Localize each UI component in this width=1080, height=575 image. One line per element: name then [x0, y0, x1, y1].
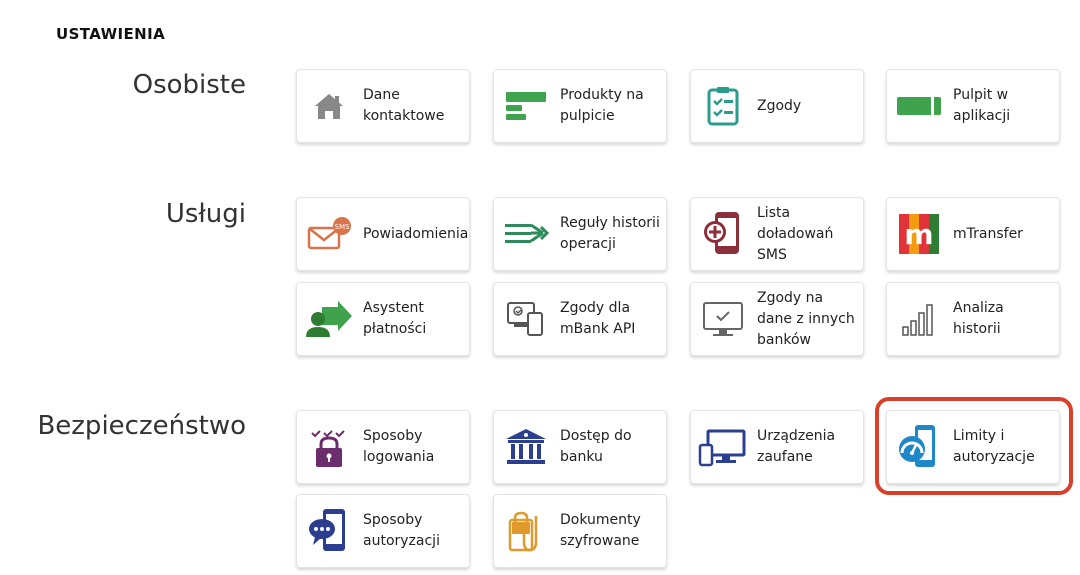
- tile-payment-assistant[interactable]: Asystent płatności: [296, 282, 470, 356]
- tile-label: Dostęp do banku: [560, 428, 632, 465]
- section-label-security: Bezpieczeństwo: [37, 411, 246, 441]
- tile-encrypted-documents[interactable]: Dokumenty szyfrowane: [493, 494, 667, 568]
- svg-text:m: m: [904, 218, 933, 251]
- tile-label: Zgody dla mBank API: [560, 300, 636, 337]
- rules-arrows-icon: [500, 197, 552, 271]
- trusted-devices-icon: [697, 410, 749, 484]
- section-label-personal: Osobiste: [132, 70, 246, 100]
- mtransfer-logo-icon: m: [893, 197, 945, 271]
- tile-label: Dane kontaktowe: [363, 87, 445, 124]
- tile-label: Sposoby autoryzacji: [363, 512, 440, 549]
- page-title: USTAWIENIA: [56, 25, 166, 43]
- tile-label: Zgody na dane z innych banków: [757, 289, 855, 348]
- tile-mbank-api-consents[interactable]: Zgody dla mBank API: [493, 282, 667, 356]
- api-devices-icon: [500, 282, 552, 356]
- tile-label: mTransfer: [953, 225, 1023, 242]
- tile-history-rules[interactable]: Reguły historii operacji: [493, 197, 667, 271]
- tile-bank-access[interactable]: Dostęp do banku: [493, 410, 667, 484]
- tile-desktop-products[interactable]: Produkty na pulpicie: [493, 69, 667, 143]
- bar-chart-icon: [893, 282, 945, 356]
- tile-sms-topups[interactable]: Lista doładowań SMS: [690, 197, 864, 271]
- tile-app-dashboard[interactable]: Pulpit w aplikacji: [886, 69, 1060, 143]
- section-label-services: Usługi: [165, 199, 246, 229]
- clipboard-checklist-icon: [697, 69, 749, 143]
- sms-envelope-icon: SMS: [303, 197, 355, 271]
- tile-history-analysis[interactable]: Analiza historii: [886, 282, 1060, 356]
- padlock-icon: [303, 410, 355, 484]
- tile-notifications[interactable]: SMS Powiadomienia: [296, 197, 470, 271]
- tile-label: Pulpit w aplikacji: [953, 87, 1011, 124]
- tile-label: Lista doładowań SMS: [757, 204, 834, 263]
- encrypted-documents-icon: [500, 494, 552, 568]
- products-icon: [500, 69, 552, 143]
- tile-label: Powiadomienia: [363, 225, 469, 242]
- tile-consents[interactable]: Zgody: [690, 69, 864, 143]
- tile-mtransfer[interactable]: m mTransfer: [886, 197, 1060, 271]
- tile-label: Reguły historii operacji: [560, 215, 660, 252]
- tile-authorization-methods[interactable]: Sposoby autoryzacji: [296, 494, 470, 568]
- tile-contact-data[interactable]: Dane kontaktowe: [296, 69, 470, 143]
- tile-label: Produkty na pulpicie: [560, 87, 644, 124]
- svg-text:SMS: SMS: [335, 223, 350, 231]
- payment-assistant-icon: [303, 282, 355, 356]
- bank-building-icon: [500, 410, 552, 484]
- highlight-frame: [875, 397, 1073, 495]
- tile-label: Asystent płatności: [363, 300, 427, 337]
- tile-other-banks-consents[interactable]: Zgody na dane z innych banków: [690, 282, 864, 356]
- tile-label: Sposoby logowania: [363, 428, 435, 465]
- tile-login-methods[interactable]: Sposoby logowania: [296, 410, 470, 484]
- phone-chat-icon: [303, 494, 355, 568]
- tile-label: Zgody: [757, 97, 802, 114]
- app-dashboard-icon: [893, 69, 945, 143]
- tile-label: Analiza historii: [953, 300, 1004, 337]
- tile-label: Dokumenty szyfrowane: [560, 512, 641, 549]
- tile-trusted-devices[interactable]: Urządzenia zaufane: [690, 410, 864, 484]
- phone-topup-icon: [697, 197, 749, 271]
- monitor-check-icon: [697, 282, 749, 356]
- tile-label: Urządzenia zaufane: [757, 428, 836, 465]
- home-icon: [303, 69, 355, 143]
